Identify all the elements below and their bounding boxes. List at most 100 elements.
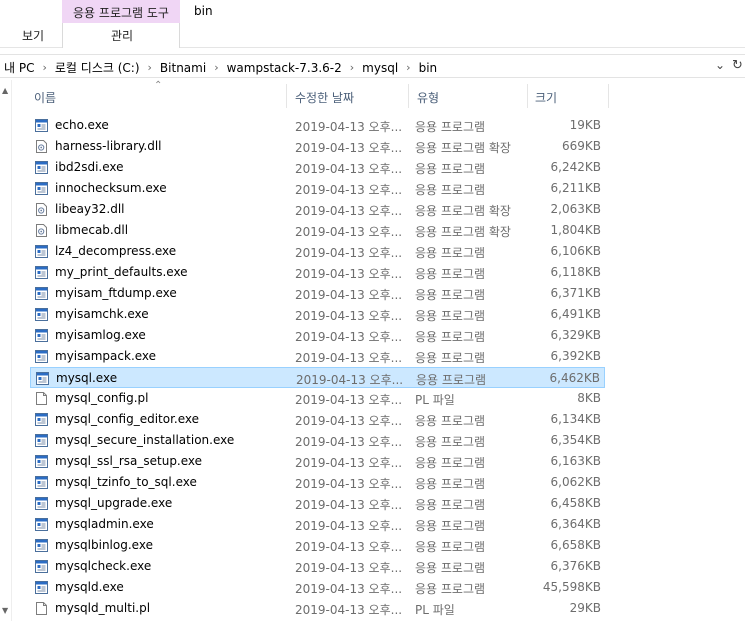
file-row[interactable]: innochecksum.exe 2019-04-13 오후... 응용 프로그램 6… bbox=[30, 178, 605, 199]
chevron-right-icon[interactable]: › bbox=[350, 61, 354, 74]
file-row[interactable]: myisamlog.exe 2019-04-13 오후... 응용 프로그램 6,32… bbox=[30, 325, 605, 346]
file-type: 응용 프로그램 확장 bbox=[415, 225, 511, 239]
file-date: 2019-04-13 오후... bbox=[295, 477, 403, 491]
application-icon bbox=[35, 455, 48, 468]
address-bar[interactable]: 내 PC › 로컬 디스크 (C:) › Bitnami › wampstack-7.3.6… bbox=[0, 54, 745, 78]
tab-view[interactable]: 보기 bbox=[22, 27, 44, 44]
file-type: 응용 프로그램 bbox=[415, 561, 486, 575]
breadcrumb-item[interactable]: bin bbox=[419, 61, 438, 75]
breadcrumb-item[interactable]: mysql bbox=[362, 61, 398, 75]
navigation-pane-scrollbar[interactable]: ▲ ▼ bbox=[0, 80, 12, 621]
file-row[interactable]: lz4_decompress.exe 2019-04-13 오후... 응용 프로그… bbox=[30, 241, 605, 262]
tab-manage[interactable]: 관리 bbox=[63, 27, 181, 44]
file-date: 2019-04-13 오후... bbox=[295, 162, 403, 176]
file-type: 응용 프로그램 bbox=[415, 351, 486, 365]
tab-manage-box[interactable]: 관리 bbox=[62, 23, 180, 48]
file-row[interactable]: my_print_defaults.exe 2019-04-13 오후... 응용 … bbox=[30, 262, 605, 283]
file-row[interactable]: mysqld_multi.pl 2019-04-13 오후... PL 파일 29KB bbox=[30, 598, 605, 619]
file-type: 응용 프로그램 bbox=[415, 477, 486, 491]
scroll-down-icon[interactable]: ▼ bbox=[2, 606, 8, 615]
chevron-right-icon[interactable]: › bbox=[148, 61, 152, 74]
file-size: 29KB bbox=[569, 601, 601, 615]
file-size: 6,462KB bbox=[549, 371, 600, 385]
application-icon bbox=[35, 119, 48, 132]
file-date: 2019-04-13 오후... bbox=[295, 267, 403, 281]
file-row[interactable]: myisamchk.exe 2019-04-13 오후... 응용 프로그램 6,49… bbox=[30, 304, 605, 325]
file-size: 6,392KB bbox=[550, 349, 601, 363]
column-divider[interactable] bbox=[527, 84, 528, 108]
file-row[interactable]: mysql_upgrade.exe 2019-04-13 오후... 응용 프로그램… bbox=[30, 493, 605, 514]
column-headers: ⌃ 이름 수정한 날짜 유형 크기 bbox=[14, 80, 745, 112]
file-row[interactable]: echo.exe 2019-04-13 오후... 응용 프로그램 19KB bbox=[30, 115, 605, 136]
file-row[interactable]: ibd2sdi.exe 2019-04-13 오후... 응용 프로그램 6,242K… bbox=[30, 157, 605, 178]
column-header-type[interactable]: 유형 bbox=[417, 89, 439, 106]
file-size: 6,211KB bbox=[550, 181, 601, 195]
dll-file-icon bbox=[35, 140, 48, 153]
file-row[interactable]: mysqlcheck.exe 2019-04-13 오후... 응용 프로그램 6,3… bbox=[30, 556, 605, 577]
application-icon bbox=[35, 161, 48, 174]
file-size: 19KB bbox=[569, 118, 601, 132]
application-icon bbox=[35, 308, 48, 321]
file-row[interactable]: harness-library.dll 2019-04-13 오후... 응용 프로… bbox=[30, 136, 605, 157]
file-name: myisamchk.exe bbox=[55, 307, 149, 321]
breadcrumb-item[interactable]: Bitnami bbox=[160, 61, 206, 75]
file-size: 6,118KB bbox=[550, 265, 601, 279]
application-icon bbox=[35, 476, 48, 489]
file-type: 응용 프로그램 bbox=[415, 288, 486, 302]
file-name: echo.exe bbox=[55, 118, 109, 132]
context-tab-group: 응용 프로그램 도구 bbox=[62, 0, 180, 23]
file-size: 6,163KB bbox=[550, 454, 601, 468]
chevron-right-icon[interactable]: › bbox=[214, 61, 218, 74]
sort-ascending-icon: ⌃ bbox=[154, 80, 163, 91]
file-type: 응용 프로그램 bbox=[415, 120, 486, 134]
application-icon bbox=[36, 372, 49, 385]
file-name: ibd2sdi.exe bbox=[55, 160, 124, 174]
file-row[interactable]: libmecab.dll 2019-04-13 오후... 응용 프로그램 확장 1,… bbox=[30, 220, 605, 241]
file-row[interactable]: mysql_secure_installation.exe 2019-04-13 … bbox=[30, 430, 605, 451]
file-name: mysql_upgrade.exe bbox=[55, 496, 173, 510]
file-row[interactable]: mysqladmin.exe 2019-04-13 오후... 응용 프로그램 6,3… bbox=[30, 514, 605, 535]
refresh-icon[interactable]: ↻ bbox=[732, 58, 743, 73]
window-title: bin bbox=[194, 4, 213, 18]
scroll-up-icon[interactable]: ▲ bbox=[2, 86, 8, 95]
file-row[interactable]: myisam_ftdump.exe 2019-04-13 오후... 응용 프로그램… bbox=[30, 283, 605, 304]
breadcrumb-item[interactable]: 로컬 디스크 (C:) bbox=[55, 59, 140, 76]
file-date: 2019-04-13 오후... bbox=[295, 582, 403, 596]
file-row[interactable]: mysql_config_editor.exe 2019-04-13 오후... 응… bbox=[30, 409, 605, 430]
file-row[interactable]: mysqld.exe 2019-04-13 오후... 응용 프로그램 45,598K… bbox=[30, 577, 605, 598]
file-name: mysql_ssl_rsa_setup.exe bbox=[55, 454, 203, 468]
file-row[interactable]: myisampack.exe 2019-04-13 오후... 응용 프로그램 6,3… bbox=[30, 346, 605, 367]
column-header-size[interactable]: 크기 bbox=[535, 89, 557, 106]
breadcrumb-item[interactable]: wampstack-7.3.6-2 bbox=[227, 61, 342, 75]
file-type: 응용 프로그램 bbox=[415, 309, 486, 323]
chevron-right-icon[interactable]: › bbox=[42, 61, 46, 74]
file-size: 6,658KB bbox=[550, 538, 601, 552]
file-row[interactable]: libeay32.dll 2019-04-13 오후... 응용 프로그램 확장 2,… bbox=[30, 199, 605, 220]
column-divider[interactable] bbox=[608, 84, 609, 108]
file-name: mysqlcheck.exe bbox=[55, 559, 152, 573]
file-name: myisampack.exe bbox=[55, 349, 157, 363]
application-icon bbox=[35, 413, 48, 426]
file-row[interactable]: mysqlbinlog.exe 2019-04-13 오후... 응용 프로그램 6,… bbox=[30, 535, 605, 556]
column-header-date[interactable]: 수정한 날짜 bbox=[295, 89, 354, 106]
application-icon bbox=[35, 539, 48, 552]
file-row[interactable]: mysql_config.pl 2019-04-13 오후... PL 파일 8KB bbox=[30, 388, 605, 409]
application-icon bbox=[35, 350, 48, 363]
file-size: 6,371KB bbox=[550, 286, 601, 300]
chevron-right-icon[interactable]: › bbox=[406, 61, 410, 74]
column-divider[interactable] bbox=[286, 84, 287, 108]
chevron-down-icon[interactable]: ⌄ bbox=[715, 58, 725, 72]
column-divider[interactable] bbox=[408, 84, 409, 108]
context-group-label: 응용 프로그램 도구 bbox=[73, 6, 169, 20]
application-icon bbox=[35, 245, 48, 258]
file-row[interactable]: mysql.exe 2019-04-13 오후... 응용 프로그램 6,462KB bbox=[30, 367, 605, 388]
file-size: 6,106KB bbox=[550, 244, 601, 258]
breadcrumb-item[interactable]: 내 PC bbox=[4, 59, 34, 76]
file-size: 2,063KB bbox=[550, 202, 601, 216]
file-row[interactable]: mysql_ssl_rsa_setup.exe 2019-04-13 오후... 응… bbox=[30, 451, 605, 472]
file-row[interactable]: mysql_tzinfo_to_sql.exe 2019-04-13 오후... 응… bbox=[30, 472, 605, 493]
file-date: 2019-04-13 오후... bbox=[295, 309, 403, 323]
file-size: 6,354KB bbox=[550, 433, 601, 447]
file-name: lz4_decompress.exe bbox=[55, 244, 177, 258]
column-header-name[interactable]: 이름 bbox=[34, 89, 56, 106]
